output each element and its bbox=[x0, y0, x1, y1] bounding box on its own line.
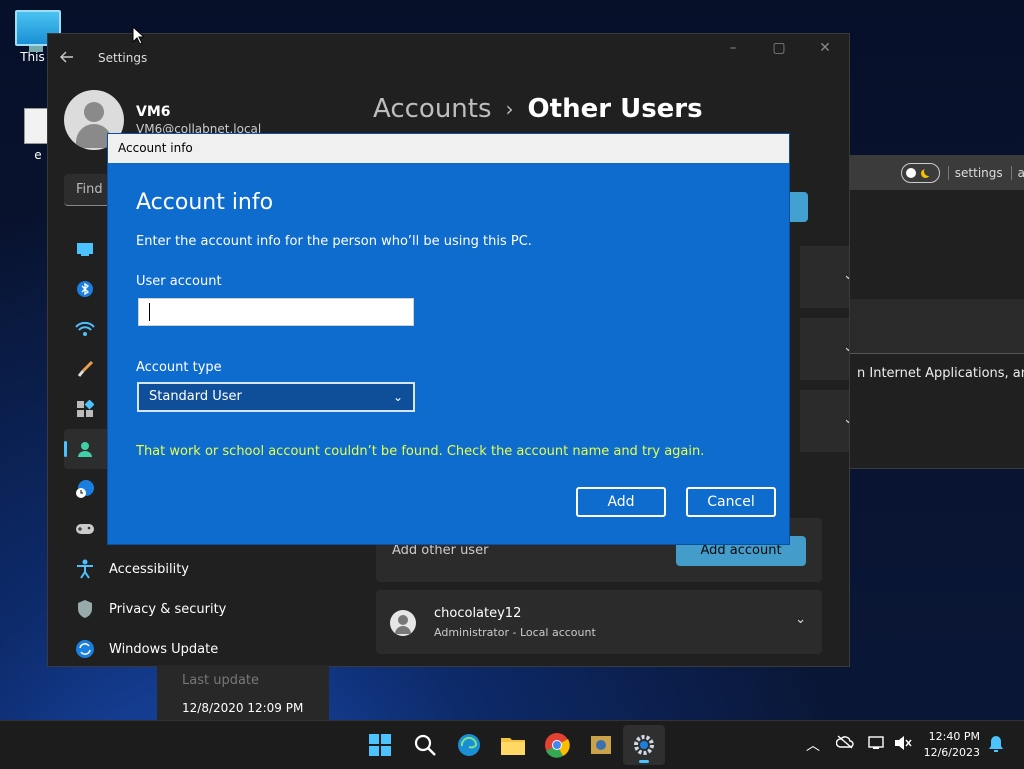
user-row[interactable]: chocolatey12 Administrator - Local accou… bbox=[376, 590, 822, 654]
collapsed-section[interactable]: ⌄ bbox=[800, 246, 849, 308]
dialog-title-bar: Account info bbox=[108, 134, 789, 163]
divider bbox=[849, 353, 1024, 354]
account-info-dialog: Account info Account info Enter the acco… bbox=[107, 133, 790, 545]
background-header-band bbox=[849, 299, 1024, 353]
close-icon[interactable]: ✕ bbox=[811, 40, 839, 56]
breadcrumb: Accounts › Other Users bbox=[373, 94, 703, 124]
chevron-up-icon[interactable]: ︿ bbox=[806, 735, 820, 755]
desktop-icon-label: e bbox=[34, 148, 42, 162]
title-bar: Settings – ▢ ✕ bbox=[48, 34, 849, 82]
sidebar-item-label: Accessibility bbox=[109, 561, 189, 577]
chevron-down-icon: ⌄ bbox=[843, 268, 849, 283]
user-name: chocolatey12 bbox=[434, 606, 522, 621]
sidebar-item-accounts[interactable] bbox=[64, 429, 112, 469]
toolbar-link-more[interactable]: a bbox=[1010, 166, 1024, 180]
background-content-text: n Internet Applications, and s bbox=[857, 366, 1024, 381]
notification-bell-icon[interactable] bbox=[988, 735, 1004, 757]
gaming-icon bbox=[75, 519, 95, 539]
maximize-icon[interactable]: ▢ bbox=[765, 40, 793, 56]
search-icon[interactable] bbox=[411, 731, 439, 759]
edge-preview-icon[interactable] bbox=[455, 731, 483, 759]
cloud-offline-icon[interactable] bbox=[835, 735, 854, 753]
dialog-heading: Account info bbox=[136, 190, 274, 215]
account-type-value: Standard User bbox=[149, 389, 242, 404]
minimize-icon[interactable]: – bbox=[719, 40, 747, 56]
monitor-icon bbox=[75, 239, 95, 259]
breadcrumb-separator: › bbox=[505, 97, 514, 121]
file-explorer-icon[interactable] bbox=[499, 731, 527, 759]
background-window-toolbar: settings a bbox=[849, 156, 1024, 190]
wifi-icon bbox=[75, 319, 95, 339]
chevron-down-icon: ⌄ bbox=[392, 390, 403, 404]
dialog-description: Enter the account info for the person wh… bbox=[136, 234, 532, 249]
text-caret bbox=[149, 303, 150, 321]
user-account-label: User account bbox=[136, 274, 222, 289]
app-icon[interactable] bbox=[587, 731, 615, 759]
clock-date: 12/6/2023 bbox=[923, 746, 980, 759]
shield-icon bbox=[75, 599, 95, 619]
breadcrumb-parent[interactable]: Accounts bbox=[373, 94, 492, 124]
windows-update-icon bbox=[75, 639, 95, 659]
mouse-cursor-icon bbox=[132, 25, 146, 48]
apps-icon bbox=[75, 399, 95, 419]
time-language-icon bbox=[75, 479, 95, 499]
account-type-select[interactable]: Standard User ⌄ bbox=[137, 382, 415, 412]
page-title: Other Users bbox=[527, 94, 703, 124]
sidebar-item-label: Windows Update bbox=[109, 641, 219, 657]
theme-toggle[interactable] bbox=[901, 163, 940, 183]
sidebar-item-label: Privacy & security bbox=[109, 601, 227, 617]
account-type-label: Account type bbox=[136, 360, 222, 375]
back-arrow-icon[interactable] bbox=[60, 49, 92, 68]
accounts-icon bbox=[75, 439, 95, 459]
paintbrush-icon bbox=[75, 359, 95, 379]
sidebar-item-accessibility[interactable]: Accessibility bbox=[64, 549, 324, 589]
clock[interactable]: 12:40 PM 12/6/2023 bbox=[924, 729, 980, 761]
chevron-down-icon: ⌄ bbox=[843, 412, 849, 427]
start-icon[interactable] bbox=[366, 731, 394, 759]
collapsed-section[interactable]: ⌄ bbox=[800, 390, 849, 452]
taskbar: ︿ 12:40 PM 12/6/2023 bbox=[0, 720, 1024, 769]
app-title: Settings bbox=[98, 51, 148, 65]
last-update-panel: Last update 12/8/2020 12:09 PM bbox=[157, 665, 329, 720]
chevron-down-icon[interactable]: ⌄ bbox=[795, 612, 806, 627]
bluetooth-icon bbox=[75, 279, 95, 299]
clock-time: 12:40 PM bbox=[928, 730, 980, 743]
gear-icon[interactable] bbox=[630, 731, 658, 759]
avatar bbox=[390, 610, 416, 636]
collapsed-section[interactable]: ⌄ bbox=[800, 318, 849, 380]
sidebar-item-windows-update[interactable]: Windows Update bbox=[64, 629, 324, 666]
user-role: Administrator - Local account bbox=[434, 626, 596, 639]
chrome-icon[interactable] bbox=[543, 731, 571, 759]
volume-muted-icon[interactable] bbox=[894, 735, 912, 755]
network-icon[interactable] bbox=[868, 735, 886, 755]
error-message: That work or school account couldn’t be … bbox=[136, 444, 705, 459]
accessibility-icon bbox=[75, 559, 95, 579]
last-update-label: Last update bbox=[182, 673, 260, 688]
cancel-button[interactable]: Cancel bbox=[686, 487, 776, 517]
toolbar-link-settings[interactable]: settings bbox=[947, 166, 1003, 180]
chevron-down-icon: ⌄ bbox=[843, 340, 849, 355]
background-window: settings a n Internet Applications, and … bbox=[848, 155, 1024, 469]
user-account-input[interactable] bbox=[138, 298, 414, 326]
add-other-user-label: Add other user bbox=[392, 543, 489, 558]
sidebar-item-privacy-security[interactable]: Privacy & security bbox=[64, 589, 324, 629]
add-button[interactable]: Add bbox=[576, 487, 666, 517]
window-controls: – ▢ ✕ bbox=[719, 40, 839, 56]
profile-name: VM6 bbox=[136, 104, 171, 120]
last-update-date: 12/8/2020 12:09 PM bbox=[182, 701, 304, 715]
